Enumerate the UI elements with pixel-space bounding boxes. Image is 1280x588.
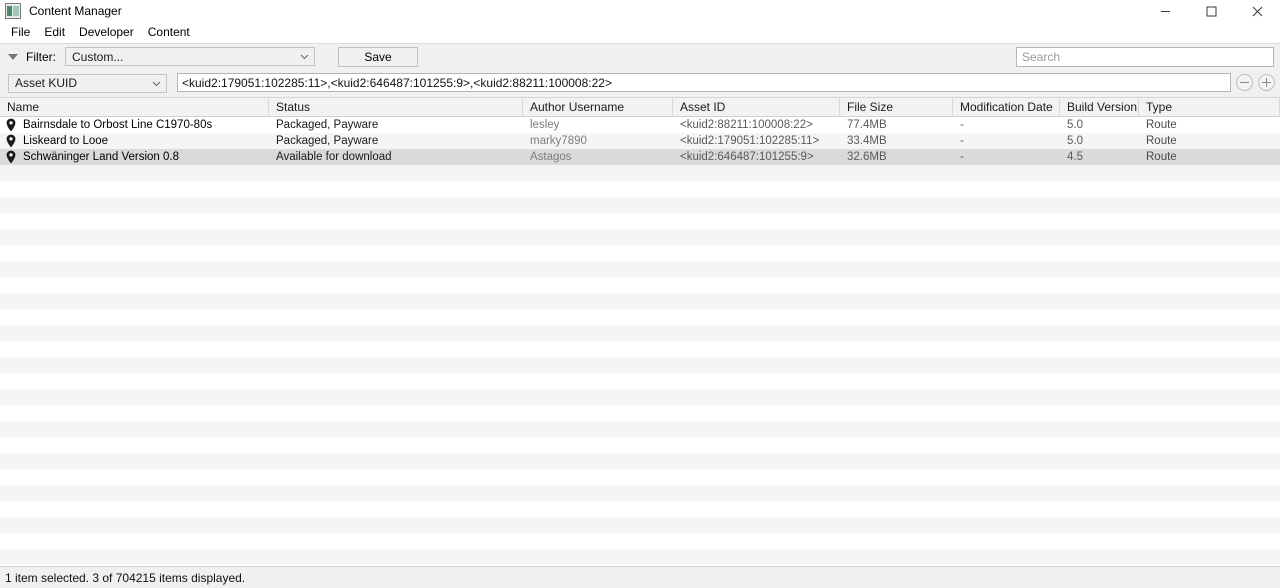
table-row-empty[interactable] (0, 373, 1280, 389)
cell-type: Route (1146, 151, 1177, 163)
cell-modification-date: - (960, 151, 964, 163)
table-row-empty[interactable] (0, 261, 1280, 277)
cell-modification-date: - (960, 135, 964, 147)
cell-asset-id: <kuid2:88211:100008:22> (680, 119, 813, 131)
window-title: Content Manager (29, 4, 122, 18)
filter-label: Filter: (26, 49, 56, 64)
filter-select[interactable]: Custom... (65, 47, 315, 66)
table-row[interactable]: Liskeard to Looe Packaged, Payware marky78… (0, 133, 1280, 149)
menu-item-content[interactable]: Content (141, 23, 197, 42)
cell-status: Packaged, Payware (276, 119, 379, 131)
cell-status: Packaged, Payware (276, 135, 379, 147)
table-row-empty[interactable] (0, 357, 1280, 373)
cell-author-username: lesley (530, 119, 560, 131)
title-bar: Content Manager (0, 0, 1280, 22)
cell-file-size: 33.4MB (847, 135, 887, 147)
cell-type: Route (1146, 119, 1177, 131)
asset-name-text: Schwäninger Land Version 0.8 (23, 151, 179, 163)
table-row-empty[interactable] (0, 517, 1280, 533)
cell-name: Schwäninger Land Version 0.8 (0, 149, 269, 165)
chevron-down-icon (152, 81, 161, 86)
menu-item-developer[interactable]: Developer (72, 23, 141, 42)
minus-circle-icon[interactable] (1236, 74, 1253, 91)
table-row-empty[interactable] (0, 213, 1280, 229)
filter-row-buttons (1236, 74, 1275, 91)
table-row-empty[interactable] (0, 245, 1280, 261)
menu-item-edit[interactable]: Edit (37, 23, 72, 42)
search-input[interactable]: Search (1016, 47, 1274, 67)
menu-item-file[interactable]: File (4, 23, 37, 42)
table-row-empty[interactable] (0, 469, 1280, 485)
cell-file-size: 32.6MB (847, 151, 887, 163)
table-row-empty[interactable] (0, 485, 1280, 501)
table-row-empty[interactable] (0, 389, 1280, 405)
kuid-toolbar: Asset KUID <kuid2:179051:102285:11>,<kui… (0, 69, 1280, 97)
menu-bar: File Edit Developer Content (0, 22, 1280, 43)
cell-asset-id: <kuid2:179051:102285:11> (680, 135, 820, 147)
column-header-type[interactable]: Type (1139, 98, 1280, 116)
column-header-build-version[interactable]: Build Version (1060, 98, 1139, 116)
cell-name: Liskeard to Looe (0, 133, 269, 149)
status-bar: 1 item selected. 3 of 704215 items displ… (0, 566, 1280, 588)
table-row-empty[interactable] (0, 229, 1280, 245)
asset-name-text: Bairnsdale to Orbost Line C1970-80s (23, 119, 213, 131)
close-icon[interactable] (1234, 0, 1280, 22)
table-row-empty[interactable] (0, 421, 1280, 437)
table-row-empty[interactable] (0, 341, 1280, 357)
table-row-empty[interactable] (0, 197, 1280, 213)
table-row-empty[interactable] (0, 277, 1280, 293)
filter-select-value: Custom... (72, 49, 124, 64)
asset-list[interactable]: Bairnsdale to Orbost Line C1970-80s Packa… (0, 117, 1280, 565)
kuid-value-input[interactable]: <kuid2:179051:102285:11>,<kuid2:646487:1… (177, 73, 1231, 92)
column-header-asset-id[interactable]: Asset ID (673, 98, 840, 116)
minimize-icon[interactable] (1142, 0, 1188, 22)
cell-author-username: marky7890 (530, 135, 587, 147)
table-row-empty[interactable] (0, 549, 1280, 565)
asset-name-text: Liskeard to Looe (23, 135, 109, 147)
cell-type: Route (1146, 135, 1177, 147)
cell-file-size: 77.4MB (847, 119, 887, 131)
cell-name: Bairnsdale to Orbost Line C1970-80s (0, 117, 269, 133)
cell-author-username: Astagos (530, 151, 572, 163)
table-row-empty[interactable] (0, 501, 1280, 517)
table-row-empty[interactable] (0, 309, 1280, 325)
column-header-name[interactable]: Name (0, 98, 269, 116)
cell-build-version: 5.0 (1067, 135, 1083, 147)
table-row-empty[interactable] (0, 181, 1280, 197)
table-row[interactable]: Schwäninger Land Version 0.8 Available fo… (0, 149, 1280, 165)
table-row-empty[interactable] (0, 533, 1280, 549)
window-controls (1142, 0, 1280, 22)
table-row-empty[interactable] (0, 325, 1280, 341)
column-header-status[interactable]: Status (269, 98, 523, 116)
table-row-empty[interactable] (0, 165, 1280, 181)
status-bar-text: 1 item selected. 3 of 704215 items displ… (5, 570, 246, 585)
cell-asset-id: <kuid2:646487:101255:9> (680, 151, 814, 163)
table-row-empty[interactable] (0, 437, 1280, 453)
save-button[interactable]: Save (338, 46, 418, 67)
filter-criteria-select[interactable]: Asset KUID (8, 73, 167, 93)
table-row-empty[interactable] (0, 405, 1280, 421)
app-window-icon (5, 3, 21, 19)
table-row-empty[interactable] (0, 453, 1280, 469)
maximize-icon[interactable] (1188, 0, 1234, 22)
map-pin-icon (6, 150, 16, 164)
cell-status: Available for download (276, 151, 392, 163)
column-header-modification-date[interactable]: Modification Date (953, 98, 1060, 116)
column-header-author-username[interactable]: Author Username (523, 98, 673, 116)
triangle-down-icon[interactable] (8, 53, 18, 60)
cell-modification-date: - (960, 119, 964, 131)
plus-circle-icon[interactable] (1258, 74, 1275, 91)
table-row[interactable]: Bairnsdale to Orbost Line C1970-80s Packa… (0, 117, 1280, 133)
chevron-down-icon (300, 54, 309, 60)
map-pin-icon (6, 118, 16, 132)
table-row-empty[interactable] (0, 293, 1280, 309)
table-header: Name Status Author Username Asset ID Fil… (0, 97, 1280, 117)
map-pin-icon (6, 134, 16, 148)
cell-build-version: 5.0 (1067, 119, 1083, 131)
column-header-file-size[interactable]: File Size (840, 98, 953, 116)
filter-criteria-value: Asset KUID (15, 76, 78, 90)
filter-toolbar: Filter: Custom... Save Search (0, 43, 1280, 69)
cell-build-version: 4.5 (1067, 151, 1083, 163)
